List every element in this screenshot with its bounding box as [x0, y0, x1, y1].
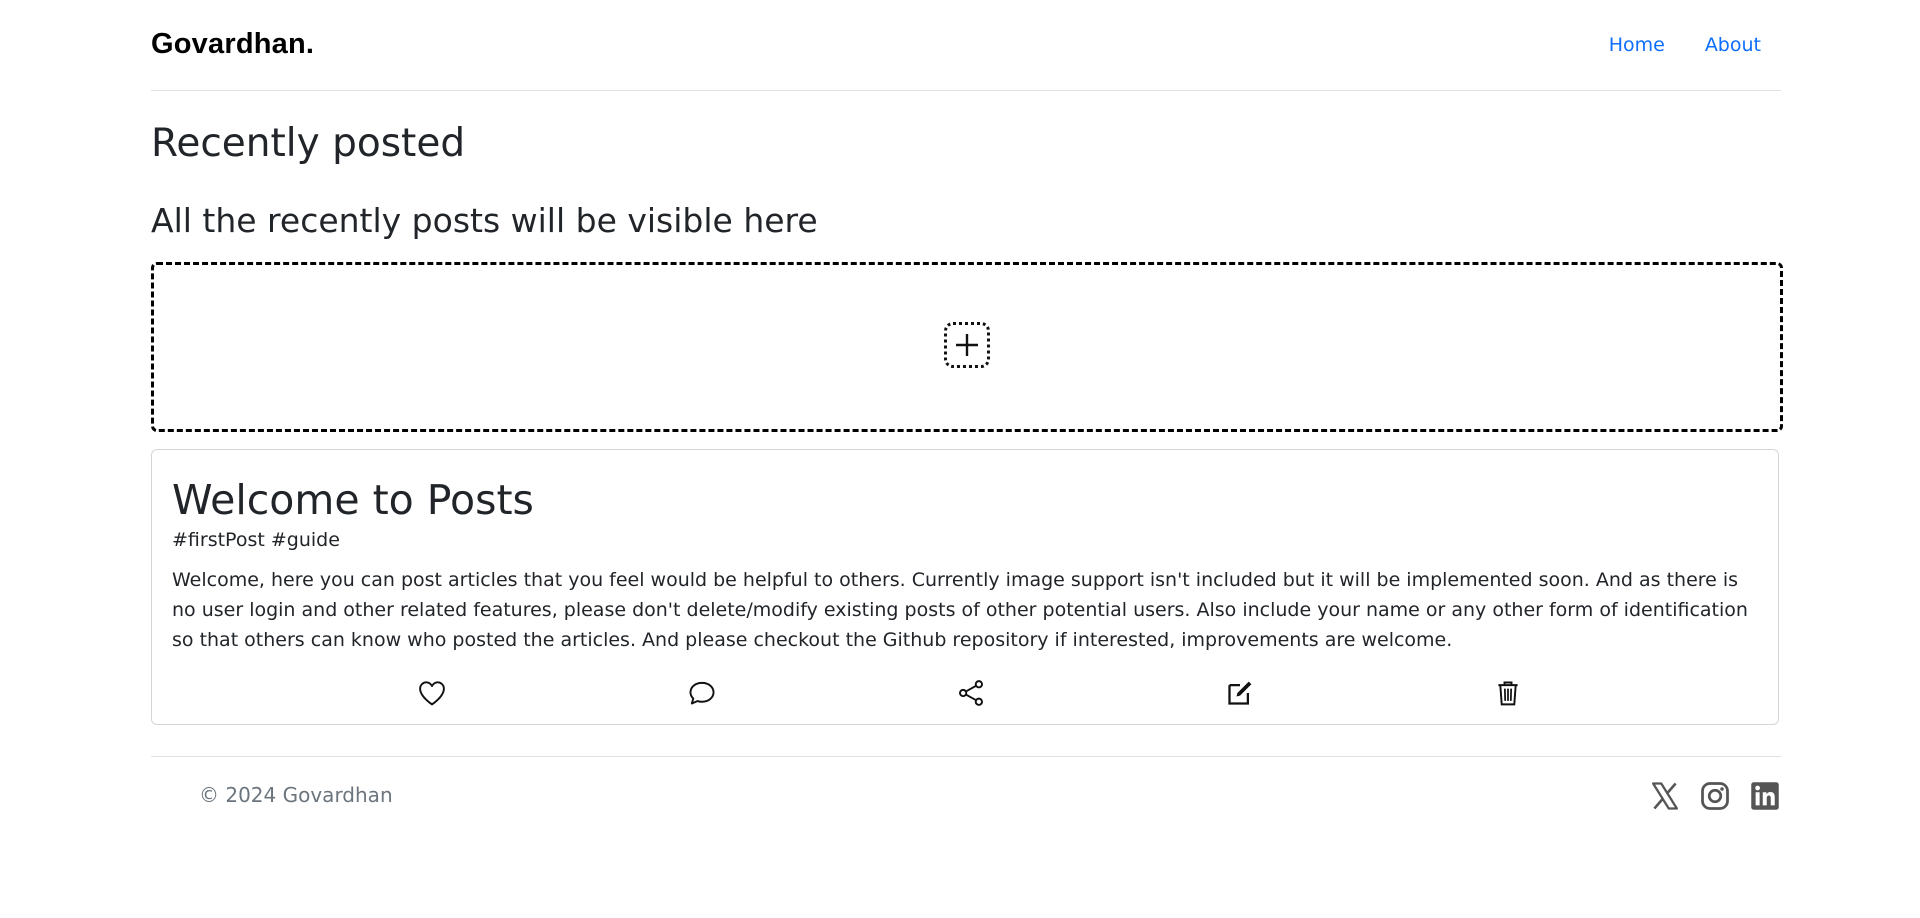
x-twitter-icon: [1652, 782, 1678, 810]
site-header: Govardhan. Home About: [151, 0, 1781, 91]
post-tags: #firstPost #guide: [172, 529, 340, 551]
linkedin-link[interactable]: [1749, 780, 1781, 812]
social-links: [1649, 780, 1781, 812]
share-button[interactable]: [956, 678, 986, 708]
post-card: Welcome to Posts #firstPost #guide Welco…: [151, 449, 1779, 725]
edit-icon: [1228, 681, 1252, 705]
page-title: Recently posted: [151, 121, 466, 166]
site-footer: © 2024 Govardhan: [151, 756, 1781, 827]
like-button[interactable]: [417, 678, 447, 708]
comment-icon: [689, 681, 715, 705]
add-post-button[interactable]: [944, 322, 990, 368]
post-body: Welcome, here you can post articles that…: [172, 569, 1748, 651]
x-twitter-link[interactable]: [1649, 780, 1681, 812]
nav-about-link[interactable]: About: [1685, 34, 1781, 56]
nav-home-link[interactable]: Home: [1589, 34, 1685, 56]
linkedin-icon: [1751, 782, 1779, 810]
post-actions: [152, 678, 1778, 708]
edit-button[interactable]: [1225, 678, 1255, 708]
plus-icon: [956, 334, 978, 356]
heart-icon: [419, 681, 445, 706]
brand-logo[interactable]: Govardhan.: [151, 28, 314, 61]
page-container: Govardhan. Home About Recently posted Al…: [151, 0, 1783, 810]
instagram-link[interactable]: [1699, 780, 1731, 812]
copyright-text: © 2024 Govardhan: [199, 783, 393, 807]
add-post-area[interactable]: [151, 262, 1783, 432]
delete-button[interactable]: [1493, 678, 1523, 708]
share-icon: [959, 680, 983, 706]
page-subtitle: All the recently posts will be visible h…: [151, 201, 818, 240]
trash-icon: [1498, 681, 1518, 706]
post-title: Welcome to Posts: [172, 476, 534, 524]
instagram-icon: [1701, 782, 1729, 810]
comment-button[interactable]: [687, 678, 717, 708]
main-nav: Home About: [1589, 34, 1781, 56]
